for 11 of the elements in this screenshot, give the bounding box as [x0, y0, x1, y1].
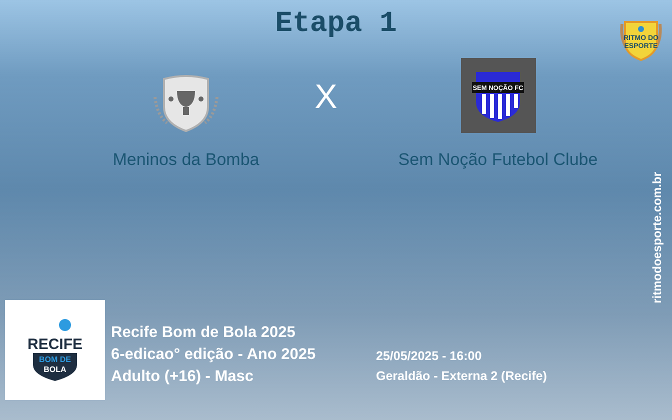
versus-mark: X: [314, 80, 338, 118]
match-datetime: 25/05/2025 - 16:00: [376, 348, 483, 365]
competition-info: 6-edicao° edição - Ano 2025: [111, 345, 316, 365]
team-name: Meninos da Bomba: [112, 149, 260, 171]
competition-logo: RECIFE BOM DE BOLA: [25, 317, 85, 383]
competition-info: Adulto (+16) - Masc: [111, 367, 255, 387]
match-venue: Geraldão - Externa 2 (Recife): [376, 368, 547, 385]
site-url: ritmodoesporte.com.br: [649, 172, 665, 304]
team-name: Sem Noção Futebol Clube: [398, 149, 598, 171]
competition-info: Recife Bom de Bola 2025: [111, 323, 296, 343]
stage-title: Etapa 1: [275, 6, 397, 42]
